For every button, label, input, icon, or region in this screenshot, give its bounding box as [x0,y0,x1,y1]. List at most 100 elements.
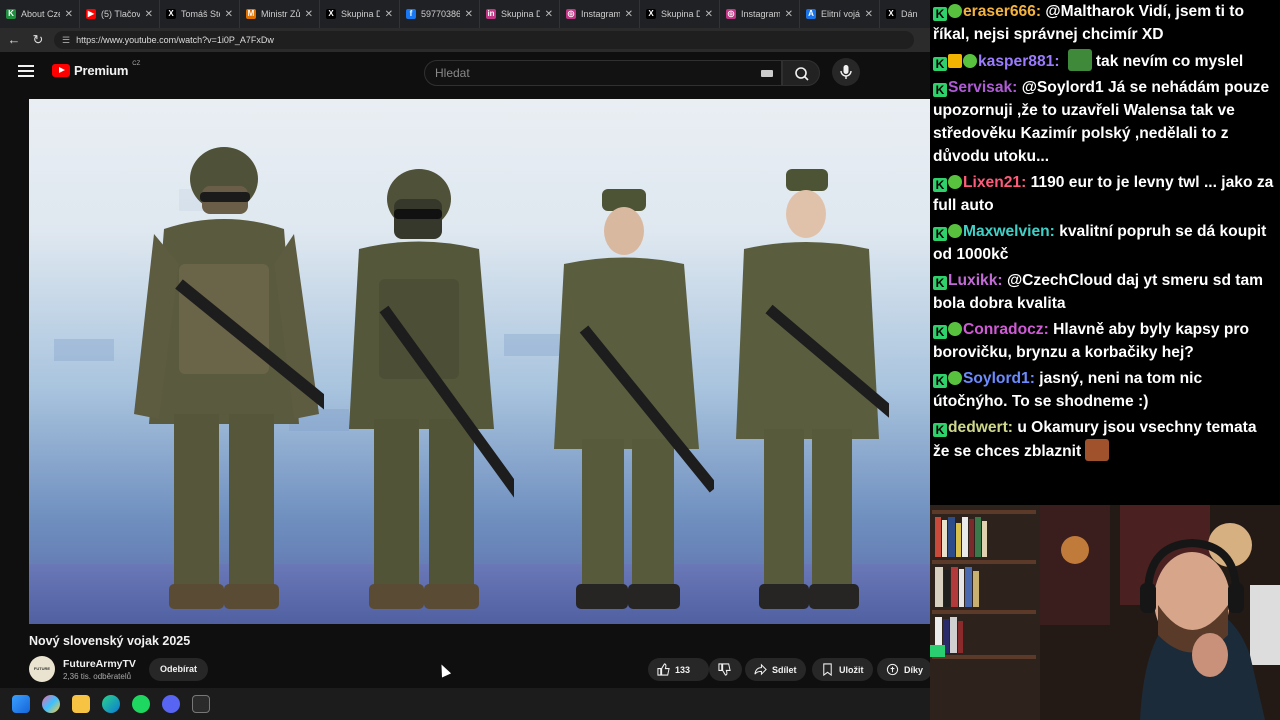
clover-badge-icon [963,54,977,68]
channel-avatar[interactable]: FUTURE ARMY [29,656,55,682]
tab-close-icon[interactable]: ✕ [225,9,233,20]
tab-title: About Czech [21,9,60,19]
brand-label: Premium [74,63,129,78]
menu-icon[interactable] [18,65,34,78]
chat-message: K Lixen21: 1190 eur to je levny twl ... j… [933,171,1274,217]
channel-row: FUTURE ARMY FutureArmyTV 2,36 tis. odběr… [29,656,933,684]
webcam-scene [930,505,1280,720]
youtube-premium-logo[interactable]: Premium CZ [52,61,140,78]
browser-tab[interactable]: ▶ (5) Tlačová ✕ [80,0,160,28]
soldier-figure [134,147,324,609]
url-field[interactable]: ☰ https://www.youtube.com/watch?v=1i0P_A… [54,31,914,49]
chat-username[interactable]: eraser666 [963,3,1036,20]
chat-message: Kdedwert: u Okamury jsou vsechny temata … [933,416,1274,463]
tab-favicon-icon: X [646,9,656,19]
tab-close-icon[interactable]: ✕ [385,9,393,20]
site-info-icon[interactable]: ☰ [62,35,70,46]
back-icon[interactable]: ← [6,32,22,48]
browser-tab[interactable]: ◎ Instagram ✕ [560,0,640,28]
tab-title: Dán [901,9,918,19]
tab-title: Instagram [581,9,620,19]
chat-username[interactable]: Lixen21 [963,174,1021,191]
browser-tab[interactable]: X Skupina D ✕ [640,0,720,28]
tab-close-icon[interactable]: ✕ [625,9,633,20]
discord-icon[interactable] [162,695,180,713]
chat-username[interactable]: Maxwelvien [963,223,1050,240]
kick-badge-icon: K [933,374,947,388]
tab-favicon-icon: X [326,9,336,19]
search-input[interactable]: Hledat [424,60,782,86]
search-placeholder: Hledat [435,66,470,80]
tab-close-icon[interactable]: ✕ [545,9,553,20]
tab-favicon-icon: f [406,9,416,19]
browser-tab[interactable]: X Tomáš Stejs ✕ [160,0,240,28]
crown-badge-icon [948,54,962,68]
tab-close-icon[interactable]: ✕ [305,9,313,20]
browser-tab[interactable]: A Elitní vojáci ✕ [800,0,880,28]
file-explorer-icon[interactable] [72,695,90,713]
tab-close-icon[interactable]: ✕ [465,9,473,20]
tab-title: (5) Tlačová [101,9,140,19]
tab-favicon-icon: ◎ [566,9,576,19]
copilot-icon[interactable] [42,695,60,713]
tab-close-icon[interactable]: ✕ [705,9,713,20]
stream-chat: Keraser666: @Maltharok Vidí, jsem ti to … [930,0,1280,505]
streamer-webcam [930,505,1280,720]
tab-title: Skupina D [661,9,700,19]
browser-tab[interactable]: K About Czech ✕ [0,0,80,28]
video-title: Nový slovenský vojak 2025 [29,634,191,648]
browser-tab[interactable]: X Dán [880,0,930,28]
face-emote-icon [1085,439,1110,461]
chat-message: K Maxwelvien: kvalitní popruh se dá koupi… [933,220,1274,266]
thanks-label: Díky [904,664,924,675]
kick-badge-icon: K [933,7,947,21]
soldier-figure [554,189,714,609]
channel-name[interactable]: FutureArmyTV [63,658,136,670]
windows-start-icon[interactable] [12,695,30,713]
kick-badge-icon: K [933,423,947,437]
chat-username[interactable]: dedwert [948,419,1008,436]
browser-tab[interactable]: in Skupina D ✕ [480,0,560,28]
chat-username[interactable]: Conradocz [963,321,1044,338]
thumbs-down-icon [718,663,731,676]
tab-close-icon[interactable]: ✕ [865,9,873,20]
chat-separator: : [1012,79,1022,96]
browser-tab[interactable]: ◎ Instagram ✕ [720,0,800,28]
browser-tab[interactable]: f 597703866 ✕ [400,0,480,28]
browser-tab[interactable]: X Skupina D ✕ [320,0,400,28]
clover-badge-icon [948,175,962,189]
thanks-button[interactable]: Díky [877,658,933,681]
chat-username[interactable]: Soylord1 [963,370,1030,387]
thanks-icon [886,663,899,676]
chat-separator: : [1007,419,1018,436]
dislike-button[interactable] [709,658,742,681]
chat-message: K Servisak: @Soylord1 Já se nehádám pouze… [933,76,1274,168]
keyboard-icon[interactable] [761,70,773,77]
like-button[interactable]: 133 [648,658,709,681]
screen: KAbout Czech✕▶(5) Tlačová✕XTomáš Stejs✕M… [0,0,1280,720]
chat-username[interactable]: Servisak [948,79,1012,96]
kick-badge-icon: K [933,276,947,290]
windows-taskbar [0,688,930,720]
tab-close-icon[interactable]: ✕ [785,9,793,20]
spotify-icon[interactable] [132,695,150,713]
chat-message: Kkasper881: tak nevím co myslel [933,49,1274,73]
tab-favicon-icon: K [6,9,16,19]
video-player[interactable] [29,99,930,624]
tab-close-icon[interactable]: ✕ [65,9,73,20]
chat-username[interactable]: Luxikk [948,272,997,289]
chat-username[interactable]: kasper881 [978,53,1054,70]
save-button[interactable]: Uložit [812,658,873,681]
chat-separator: : [997,272,1007,289]
epic-games-icon[interactable] [192,695,210,713]
subscribe-button[interactable]: Odebírat [149,658,208,681]
share-button[interactable]: Sdílet [745,658,806,681]
voice-search-button[interactable] [832,58,860,86]
reload-icon[interactable]: ↻ [30,32,46,48]
search-button[interactable] [782,60,820,86]
browser-tab[interactable]: M Ministr Zůr ✕ [240,0,320,28]
edge-browser-icon[interactable] [102,695,120,713]
bookmark-icon [823,663,832,676]
share-label: Sdílet [772,664,797,675]
tab-close-icon[interactable]: ✕ [145,9,153,20]
